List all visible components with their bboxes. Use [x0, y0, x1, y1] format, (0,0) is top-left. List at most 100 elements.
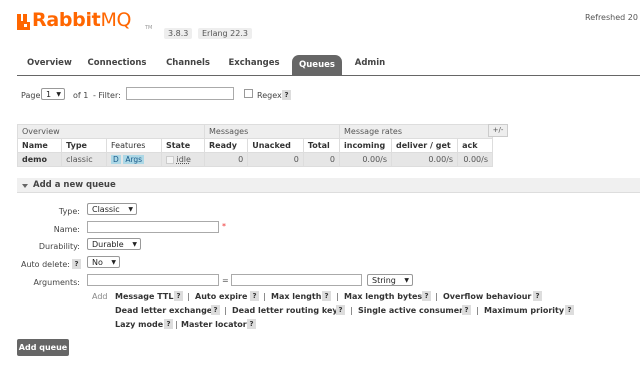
tab-queues[interactable]: Queues: [292, 55, 342, 75]
brand-name: RabbitMQ: [32, 9, 132, 31]
arg-auto-expire[interactable]: Auto expire: [195, 292, 247, 301]
page-select[interactable]: 1 ▼: [41, 88, 65, 100]
arg-single-active-consumer[interactable]: Single active consumer: [358, 306, 463, 315]
queue-type-select[interactable]: Classic ▼: [87, 203, 137, 215]
chevron-down-icon: ▼: [132, 241, 137, 248]
master-locator-help-icon[interactable]: ?: [247, 319, 256, 329]
auto-delete-help-icon[interactable]: ?: [72, 259, 81, 269]
columns-toggle-button[interactable]: +/-: [488, 124, 508, 137]
auto-delete-value: No: [92, 258, 103, 267]
chevron-down-icon: ▼: [128, 206, 133, 213]
page-value: 1: [46, 90, 52, 99]
type-label: Type:: [58, 207, 80, 216]
lazy-mode-help-icon[interactable]: ?: [164, 319, 173, 329]
add-label: Add: [92, 292, 108, 301]
tab-connections[interactable]: Connections: [87, 58, 147, 68]
single-active-consumer-help-icon[interactable]: ?: [462, 305, 471, 315]
argument-type-select[interactable]: String ▼: [367, 274, 413, 286]
maximum-priority-help-icon[interactable]: ?: [565, 305, 574, 315]
tab-channels[interactable]: Channels: [163, 58, 213, 68]
queue-ack: 0.00/s: [457, 152, 493, 167]
separator: |: [350, 306, 353, 315]
argument-key-input[interactable]: [87, 274, 219, 286]
regex-checkbox[interactable]: [244, 89, 253, 98]
auto-delete-select[interactable]: No ▼: [87, 256, 120, 268]
queue-incoming: 0.00/s: [338, 152, 393, 167]
refreshed-status[interactable]: Refreshed 20: [585, 13, 638, 22]
equals-sign: =: [222, 276, 229, 285]
arg-lazy-mode[interactable]: Lazy mode: [115, 320, 163, 329]
auto-expire-help-icon[interactable]: ?: [250, 291, 259, 301]
tab-overview[interactable]: Overview: [27, 58, 72, 68]
filter-input[interactable]: [126, 87, 234, 100]
max-length-help-icon[interactable]: ?: [322, 291, 331, 301]
group-messages: Messages: [204, 124, 340, 139]
separator: |: [263, 292, 266, 301]
durability-label: Durability:: [38, 242, 80, 251]
col-features: Features: [106, 138, 162, 153]
arg-dead-letter-exchange[interactable]: Dead letter exchange: [115, 306, 212, 315]
separator: |: [175, 320, 178, 329]
arg-master-locator[interactable]: Master locator: [181, 320, 247, 329]
arg-max-length[interactable]: Max length: [271, 292, 321, 301]
arg-overflow-behaviour[interactable]: Overflow behaviour: [443, 292, 531, 301]
queue-features: D Args: [106, 152, 162, 167]
required-mark: *: [222, 222, 226, 231]
col-state[interactable]: State: [160, 138, 206, 153]
separator: |: [435, 292, 438, 301]
durability-value: Durable: [92, 240, 124, 249]
col-deliver-get[interactable]: deliver / get: [391, 138, 459, 153]
chevron-down-icon: ▼: [56, 91, 61, 98]
overflow-behaviour-help-icon[interactable]: ?: [533, 291, 542, 301]
queue-deliver-get: 0.00/s: [391, 152, 459, 167]
filter-label: - Filter:: [93, 91, 121, 100]
feature-args-badge[interactable]: Args: [123, 155, 145, 164]
queue-name-link[interactable]: demo: [16, 152, 63, 167]
rabbitmq-logo-icon: [17, 14, 30, 30]
col-type[interactable]: Type: [61, 138, 108, 153]
auto-delete-label: Auto delete:: [20, 260, 70, 269]
queue-state: idle: [160, 152, 206, 167]
arg-message-ttl[interactable]: Message TTL: [115, 292, 173, 301]
arguments-label: Arguments:: [33, 278, 80, 287]
separator: |: [187, 292, 190, 301]
table-row[interactable]: demo classic D Args idle 0 0 0 0.00/s 0.…: [16, 152, 493, 167]
tab-exchanges[interactable]: Exchanges: [227, 58, 281, 68]
trademark: TM: [145, 25, 153, 31]
col-ack[interactable]: ack: [457, 138, 493, 153]
durability-select[interactable]: Durable ▼: [87, 238, 141, 250]
rabbitmq-version: 3.8.3: [164, 28, 193, 39]
group-message-rates: Message rates: [339, 124, 493, 139]
name-label: Name:: [53, 225, 80, 234]
regex-help-icon[interactable]: ?: [282, 90, 291, 100]
queue-state-label: idle: [176, 155, 191, 164]
col-total[interactable]: Total: [302, 138, 341, 153]
queue-total: 0: [302, 152, 341, 167]
brand-mq: MQ: [100, 9, 132, 31]
add-queue-button[interactable]: Add queue: [17, 339, 69, 356]
queue-type: classic: [61, 152, 108, 167]
dead-letter-exchange-help-icon[interactable]: ?: [211, 305, 220, 315]
tab-admin[interactable]: Admin: [353, 58, 387, 68]
arg-max-length-bytes[interactable]: Max length bytes: [344, 292, 422, 301]
dead-letter-routing-key-help-icon[interactable]: ?: [336, 305, 345, 315]
group-overview: Overview: [17, 124, 205, 139]
add-queue-title[interactable]: Add a new queue: [33, 180, 116, 190]
chevron-down-icon: ▼: [111, 259, 116, 266]
separator: |: [476, 306, 479, 315]
arg-dead-letter-routing-key[interactable]: Dead letter routing key: [232, 306, 338, 315]
queue-name-input[interactable]: [87, 221, 219, 233]
arg-maximum-priority[interactable]: Maximum priority: [484, 306, 564, 315]
queues-table: Overview Messages Message rates Name Typ…: [16, 124, 493, 167]
separator: |: [224, 306, 227, 315]
col-name[interactable]: Name: [16, 138, 63, 153]
max-length-bytes-help-icon[interactable]: ?: [422, 291, 431, 301]
col-incoming[interactable]: incoming: [338, 138, 393, 153]
argument-value-input[interactable]: [231, 274, 362, 286]
col-unacked[interactable]: Unacked: [247, 138, 304, 153]
feature-durable-badge: D: [111, 155, 121, 164]
queue-ready: 0: [203, 152, 249, 167]
col-ready[interactable]: Ready: [203, 138, 249, 153]
regex-label: Regex: [257, 91, 282, 100]
message-ttl-help-icon[interactable]: ?: [174, 291, 183, 301]
